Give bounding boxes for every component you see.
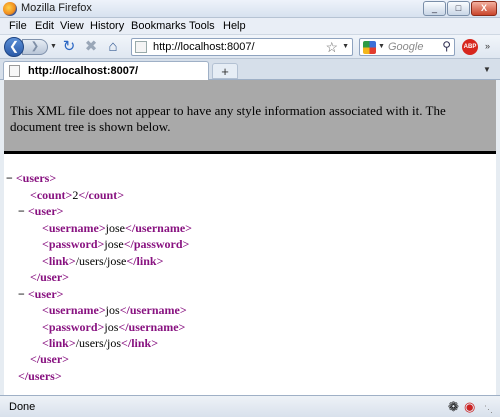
back-button[interactable]: ❮ xyxy=(4,37,24,57)
history-dropdown-icon[interactable]: ▼ xyxy=(50,43,57,50)
xml-info-banner: This XML file does not appear to have an… xyxy=(4,80,496,154)
menu-help[interactable]: Help xyxy=(223,20,246,32)
xml-link: <link>/users/jose</link> xyxy=(42,254,164,268)
tab-page-icon xyxy=(9,65,20,77)
firefox-icon xyxy=(3,2,17,16)
menu-history[interactable]: History xyxy=(90,20,124,32)
home-icon[interactable]: ⌂ xyxy=(104,38,122,56)
xml-link: <link>/users/jos</link> xyxy=(42,336,159,350)
adblock-plus-icon[interactable]: ABP xyxy=(462,39,478,55)
menu-file[interactable]: File xyxy=(9,20,27,32)
bug-icon[interactable]: ❁ xyxy=(448,399,459,415)
adblock-status-icon[interactable]: ◉ xyxy=(464,399,475,415)
close-button[interactable]: X xyxy=(471,1,497,16)
xml-user-close: </user> xyxy=(30,270,70,284)
bookmark-star-icon[interactable]: ☆ xyxy=(325,39,338,56)
xml-user-open: − <user> xyxy=(18,287,64,301)
reload-icon[interactable]: ↻ xyxy=(60,38,78,56)
minimize-button[interactable]: _ xyxy=(423,1,446,16)
collapse-icon[interactable]: − xyxy=(18,204,25,218)
url-text[interactable]: http://localhost:8007/ xyxy=(153,41,255,53)
menu-view[interactable]: View xyxy=(60,20,84,32)
resize-grip-icon[interactable]: ⋱ xyxy=(484,404,493,415)
tab-localhost[interactable]: http://localhost:8007/ xyxy=(3,61,209,80)
xml-user-close: </user> xyxy=(30,352,70,366)
xml-info-message: This XML file does not appear to have an… xyxy=(10,103,446,134)
xml-password: <password>jos</username> xyxy=(42,320,186,334)
google-icon[interactable] xyxy=(363,41,376,54)
xml-count: <count>2</count> xyxy=(30,188,125,202)
collapse-icon[interactable]: − xyxy=(18,287,25,301)
navigation-toolbar: ❯ ❮ ▼ ↻ ✖ ⌂ http://localhost:8007/ ☆ ▼ ▼… xyxy=(0,35,500,59)
tab-bar: http://localhost:8007/ + ▼ xyxy=(0,59,500,80)
xml-username: <username>jose</username> xyxy=(42,221,193,235)
maximize-button[interactable]: □ xyxy=(447,1,470,16)
status-bar: Done ❁ ◉ ⋱ xyxy=(0,395,500,417)
url-bar[interactable]: http://localhost:8007/ ☆ ▼ xyxy=(131,38,353,56)
xml-users-open: − <users> xyxy=(6,171,57,185)
menu-bookmarks[interactable]: Bookmarks xyxy=(131,20,186,32)
xml-users-close: </users> xyxy=(18,369,62,383)
collapse-icon[interactable]: − xyxy=(6,171,13,185)
forward-button[interactable]: ❯ xyxy=(22,39,48,55)
status-text: Done xyxy=(9,401,36,413)
stop-icon[interactable]: ✖ xyxy=(82,38,100,56)
xml-user-open: − <user> xyxy=(18,204,64,218)
page-icon xyxy=(135,41,147,53)
xml-password: <password>jose</password> xyxy=(42,237,190,251)
tab-list-dropdown-icon[interactable]: ▼ xyxy=(483,65,491,74)
search-icon[interactable]: ⚲ xyxy=(442,39,451,53)
search-engine-dropdown-icon[interactable]: ▼ xyxy=(378,43,385,50)
tab-title[interactable]: http://localhost:8007/ xyxy=(28,65,138,77)
menu-tools[interactable]: Tools xyxy=(189,20,215,32)
title-bar: Mozilla Firefox _ □ X xyxy=(0,0,500,18)
window-title: Mozilla Firefox xyxy=(21,2,92,14)
url-dropdown-icon[interactable]: ▼ xyxy=(342,43,349,50)
page-content: This XML file does not appear to have an… xyxy=(0,80,500,395)
search-input[interactable]: Google xyxy=(388,41,423,53)
toolbar-overflow-icon[interactable]: » xyxy=(485,41,490,51)
menu-bar: File Edit View History Bookmarks Tools H… xyxy=(0,18,500,35)
window-controls: _ □ X xyxy=(423,1,497,16)
xml-username: <username>jos</username> xyxy=(42,303,187,317)
back-forward-group: ❯ ❮ ▼ xyxy=(4,37,57,57)
menu-edit[interactable]: Edit xyxy=(35,20,54,32)
new-tab-button[interactable]: + xyxy=(212,63,238,79)
search-bar[interactable]: ▼ Google ⚲ xyxy=(359,38,455,56)
